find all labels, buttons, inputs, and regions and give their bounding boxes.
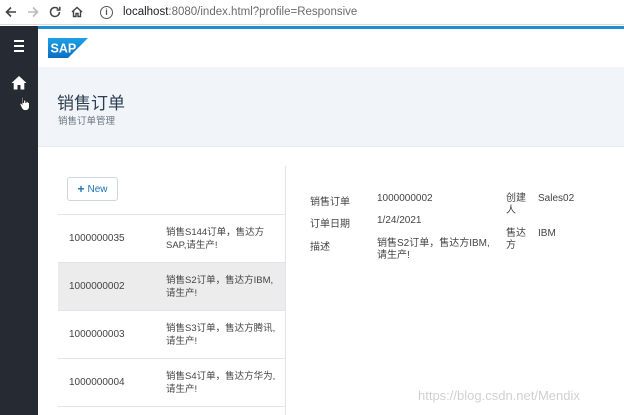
home-browser-icon[interactable] [66, 0, 88, 25]
back-arrow-icon[interactable] [0, 0, 22, 25]
order-number: 1000000004 [69, 377, 125, 388]
order-description: 销售S144订单，售达方SAP,请生产! [166, 227, 265, 251]
sold-to-value: IBM [538, 228, 556, 239]
order-value: 1000000002 [377, 193, 433, 204]
order-description: 销售S2订单，售达方IBM,请生产! [166, 275, 274, 299]
plus-icon: + [77, 182, 85, 196]
new-button[interactable]: + New [67, 177, 118, 201]
order-number: 1000000035 [69, 233, 125, 244]
url-host: localhost [123, 6, 169, 18]
date-value: 1/24/2021 [377, 215, 422, 226]
order-description: 销售S3订单，售达方腾讯,请生产! [166, 323, 276, 347]
forward-arrow-icon[interactable] [22, 0, 44, 25]
order-description: 销售S4订单，售达方华为,请生产! [166, 371, 276, 395]
list-item[interactable]: 1000000004 销售S4订单，售达方华为,请生产! [58, 359, 285, 407]
hamburger-menu-icon[interactable] [12, 40, 26, 52]
address-bar[interactable]: i localhost:8080/index.html?profile=Resp… [100, 5, 358, 19]
browser-toolbar: i localhost:8080/index.html?profile=Resp… [0, 0, 624, 25]
order-number: 1000000002 [69, 281, 125, 292]
order-detail: 销售订单 1000000002 订单日期 1/24/2021 描述 销售S2订单… [286, 166, 624, 415]
description-label: 描述 [310, 242, 330, 253]
page-subtitle: 销售订单管理 [58, 116, 116, 127]
sap-logo[interactable]: SAP [48, 38, 88, 58]
order-number: 1000000003 [69, 329, 125, 340]
creator-label: 创建人 [506, 193, 526, 216]
svg-text:SAP: SAP [51, 42, 77, 56]
order-label: 销售订单 [310, 197, 350, 208]
new-button-label: New [87, 183, 108, 195]
home-icon[interactable] [10, 74, 28, 92]
sold-to-label: 售达方 [506, 228, 526, 251]
page-title: 销售订单 [57, 94, 125, 113]
info-icon[interactable]: i [100, 5, 113, 19]
list-item[interactable]: 1000000035 销售S144订单，售达方SAP,请生产! [58, 215, 285, 263]
description-value: 销售S2订单，售达方IBM,请生产! [377, 238, 490, 261]
order-list: + New 1000000035 销售S144订单，售达方SAP,请生产! 10… [58, 166, 286, 415]
creator-value: Sales02 [538, 193, 575, 204]
list-item[interactable]: 1000000003 销售S3订单，售达方腾讯,请生产! [58, 311, 285, 359]
url-path: :8080/index.html?profile=Responsive [168, 6, 358, 18]
app-topbar: SAP [38, 26, 624, 67]
watermark: https://blog.csdn.net/Mendix [418, 388, 580, 403]
list-item[interactable]: 1000000002 销售S2订单，售达方IBM,请生产! [58, 263, 285, 311]
page-header: 销售订单 销售订单管理 [38, 67, 624, 147]
hand-cursor-icon [19, 95, 31, 111]
reload-icon[interactable] [44, 0, 66, 25]
date-label: 订单日期 [310, 219, 350, 230]
sidebar [0, 26, 38, 415]
